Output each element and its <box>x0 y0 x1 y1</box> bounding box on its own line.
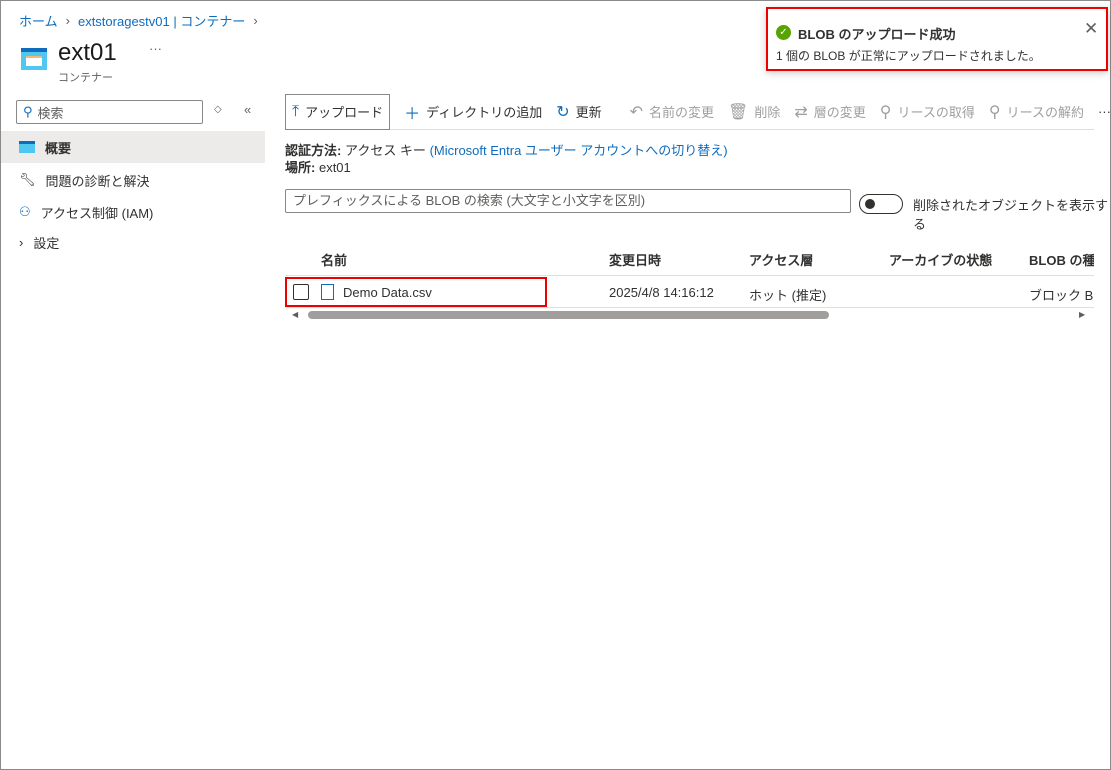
link-icon: ⚲ <box>988 103 1001 121</box>
more-options-button[interactable]: ··· <box>149 41 162 56</box>
notification-message: 1 個の BLOB が正常にアップロードされました。 <box>776 49 1041 63</box>
refresh-button[interactable]: ↻ 更新 <box>556 102 601 122</box>
people-icon: ⚇ <box>19 204 31 219</box>
collapse-sidebar-button[interactable]: « <box>244 102 251 117</box>
scroll-right-icon[interactable]: ▶ <box>1079 310 1085 319</box>
column-header-type[interactable]: BLOB の種類 <box>1029 250 1094 269</box>
sidebar-item-iam[interactable]: ⚇ アクセス制御 (IAM) <box>1 196 265 228</box>
divider <box>285 275 1094 276</box>
add-directory-button[interactable]: ＋ディレクトリの追加 <box>404 100 542 124</box>
sidebar-item-settings[interactable]: › 設定 <box>1 226 265 258</box>
change-tier-button[interactable]: ⇄ 層の変更 <box>794 102 865 122</box>
column-header-name[interactable]: 名前 <box>321 250 347 269</box>
close-icon[interactable]: ✕ <box>1084 19 1098 39</box>
blob-modified: 2025/4/8 14:16:12 <box>609 285 714 300</box>
rename-button[interactable]: ↶ 名前の変更 <box>630 102 714 122</box>
break-lease-button[interactable]: ⚲ リースの解約 <box>989 102 1084 122</box>
scroll-left-icon[interactable]: ◀ <box>292 310 298 319</box>
page-subtitle: コンテナー <box>58 72 113 84</box>
delete-button[interactable]: 🗑︎ 削除 <box>728 102 780 122</box>
container-icon <box>21 48 47 70</box>
sidebar-search-input[interactable]: ⚲ 検索 <box>16 100 203 124</box>
column-header-archive[interactable]: アーカイブの状態 <box>889 250 992 269</box>
link-icon: ⚲ <box>879 103 892 121</box>
upload-icon: ⤒ <box>292 102 300 120</box>
breadcrumb-account[interactable]: extstoragestv01 | コンテナー <box>78 11 245 30</box>
acquire-lease-button[interactable]: ⚲ リースの取得 <box>880 102 975 122</box>
plus-icon: ＋ <box>404 105 421 123</box>
container-icon <box>19 141 35 153</box>
search-icon: ⚲ <box>23 104 33 119</box>
more-toolbar-button[interactable]: ··· <box>1098 104 1111 119</box>
page-title: ext01 <box>58 39 117 66</box>
trash-icon: 🗑︎ <box>728 103 749 121</box>
chevron-right-icon: › <box>65 13 70 28</box>
sidebar-item-overview[interactable]: 概要 <box>1 131 265 163</box>
success-check-icon: ✓ <box>776 25 791 40</box>
blob-prefix-search-input[interactable]: プレフィックスによる BLOB の検索 (大文字と小文字を区別) <box>285 189 851 213</box>
notification-title: BLOB のアップロード成功 <box>798 27 956 42</box>
chevron-right-icon: › <box>253 13 258 28</box>
chevron-right-icon: › <box>19 234 24 250</box>
column-header-tier[interactable]: アクセス層 <box>749 250 813 269</box>
swap-icon: ⇄ <box>794 103 808 121</box>
sidebar-item-diagnose[interactable]: 🔧︎ 問題の診断と解決 <box>1 164 265 196</box>
auth-info: 認証方法: アクセス キー (Microsoft Entra ユーザー アカウン… <box>285 143 728 175</box>
file-icon <box>321 284 334 300</box>
sort-icon[interactable]: ◇ <box>214 104 222 115</box>
divider <box>285 307 1094 308</box>
switch-auth-link[interactable]: (Microsoft Entra ユーザー アカウントへの切り替え) <box>430 143 728 158</box>
horizontal-scrollbar[interactable] <box>308 311 829 319</box>
blob-tier: ホット (推定) <box>749 288 827 303</box>
blob-name-link[interactable]: Demo Data.csv <box>343 285 432 300</box>
breadcrumb-home[interactable]: ホーム <box>19 11 58 30</box>
column-header-modified[interactable]: 変更日時 <box>609 250 661 269</box>
blob-type: ブロック BLOB <box>1029 288 1094 303</box>
wrench-icon: 🔧︎ <box>19 172 36 187</box>
show-deleted-toggle[interactable] <box>859 194 903 214</box>
upload-button[interactable]: ⤒ アップロード <box>285 93 391 130</box>
row-checkbox[interactable] <box>293 284 309 300</box>
upload-success-notification: ✓ BLOB のアップロード成功 1 個の BLOB が正常にアップロードされま… <box>766 7 1108 71</box>
rename-icon: ↶ <box>629 103 644 121</box>
show-deleted-label: 削除されたオブジェクトを表示する <box>913 198 1109 232</box>
breadcrumb: ホーム › extstoragestv01 | コンテナー › <box>19 11 258 30</box>
refresh-icon: ↻ <box>556 103 570 121</box>
toolbar: ⤒ アップロード ＋ディレクトリの追加 ↻ 更新 ↶ 名前の変更 🗑︎ 削除 ⇄ 層の変更… <box>285 93 1111 130</box>
